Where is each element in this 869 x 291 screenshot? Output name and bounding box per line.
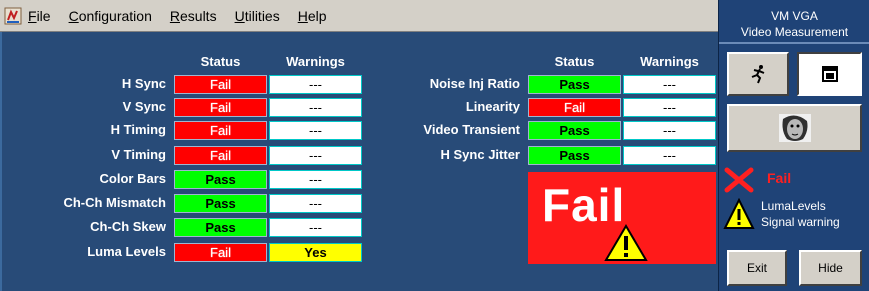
side-warning-text: LumaLevels Signal warning: [761, 198, 840, 230]
row-label-color-bars: Color Bars: [99, 171, 166, 186]
side-warning-icon: [723, 198, 755, 229]
warning-luma-levels: Yes: [269, 243, 362, 262]
row-label-v-sync: V Sync: [122, 99, 166, 114]
menu-bar: File Configuration Results Utilities Hel…: [0, 0, 718, 32]
app-title-line1: VM VGA: [771, 9, 818, 23]
fail-x-icon: [724, 167, 754, 193]
window-icon: [821, 66, 838, 82]
warning-video-transient: ---: [623, 121, 716, 140]
status-color-bars: Pass: [174, 170, 267, 189]
row-label-linearity: Linearity: [465, 99, 520, 114]
right-warnings-header: Warnings: [640, 54, 699, 69]
menu-utilities[interactable]: Utilities: [235, 8, 280, 24]
status-luma-levels: Fail: [174, 243, 267, 262]
status-linearity: Fail: [528, 98, 621, 117]
hide-button[interactable]: Hide: [799, 250, 862, 286]
left-warnings-header: Warnings: [286, 54, 345, 69]
row-label-ch-ch-mismatch: Ch-Ch Mismatch: [63, 195, 166, 210]
side-warning-line1: LumaLevels: [761, 199, 826, 213]
status-h-sync-jitter: Pass: [528, 146, 621, 165]
row-label-ch-ch-skew: Ch-Ch Skew: [90, 219, 166, 234]
row-label-luma-levels: Luma Levels: [87, 244, 166, 259]
side-panel: VM VGA Video Measurement Fail LumaLevels…: [718, 0, 869, 291]
right-status-header: Status: [554, 54, 595, 69]
status-h-sync: Fail: [174, 75, 267, 94]
warning-h-sync: ---: [269, 75, 362, 94]
warning-triangle-icon: [604, 224, 648, 261]
status-noise-inj-ratio: Pass: [528, 75, 621, 94]
side-warning-line2: Signal warning: [761, 215, 840, 229]
warning-v-timing: ---: [269, 146, 362, 165]
warning-h-timing: ---: [269, 121, 362, 140]
warning-noise-inj-ratio: ---: [623, 75, 716, 94]
status-v-sync: Fail: [174, 98, 267, 117]
status-ch-ch-mismatch: Pass: [174, 194, 267, 213]
status-v-timing: Fail: [174, 146, 267, 165]
menu-configuration[interactable]: Configuration: [69, 8, 152, 24]
warning-v-sync: ---: [269, 98, 362, 117]
row-label-video-transient: Video Transient: [423, 122, 520, 137]
window-button[interactable]: [797, 52, 862, 96]
menu-results[interactable]: Results: [170, 8, 217, 24]
face-icon: [778, 114, 811, 142]
menu-file[interactable]: File: [28, 8, 51, 24]
left-status-header: Status: [200, 54, 241, 69]
exit-button[interactable]: Exit: [727, 250, 787, 286]
overall-result-box: Fail: [528, 172, 716, 264]
face-button[interactable]: [727, 104, 862, 152]
row-label-v-timing: V Timing: [111, 147, 166, 162]
row-label-h-sync: H Sync: [121, 76, 166, 91]
warning-linearity: ---: [623, 98, 716, 117]
status-ch-ch-skew: Pass: [174, 218, 267, 237]
status-h-timing: Fail: [174, 121, 267, 140]
app-title-line2: Video Measurement: [740, 25, 849, 39]
app-logo-icon: [4, 7, 22, 24]
running-man-icon: [751, 65, 765, 84]
results-panel: Status Warnings Status Warnings H Sync F…: [0, 32, 718, 291]
row-label-h-timing: H Timing: [110, 122, 166, 137]
warning-ch-ch-skew: ---: [269, 218, 362, 237]
run-button[interactable]: [727, 52, 789, 96]
side-status-text: Fail: [767, 170, 792, 186]
warning-h-sync-jitter: ---: [623, 146, 716, 165]
row-label-h-sync-jitter: H Sync Jitter: [440, 147, 520, 162]
warning-color-bars: ---: [269, 170, 362, 189]
status-video-transient: Pass: [528, 121, 621, 140]
title-divider: [719, 42, 869, 44]
menu-help[interactable]: Help: [298, 8, 327, 24]
warning-ch-ch-mismatch: ---: [269, 194, 362, 213]
row-label-noise-inj-ratio: Noise Inj Ratio: [429, 76, 520, 91]
app-title: VM VGA Video Measurement: [719, 8, 869, 40]
